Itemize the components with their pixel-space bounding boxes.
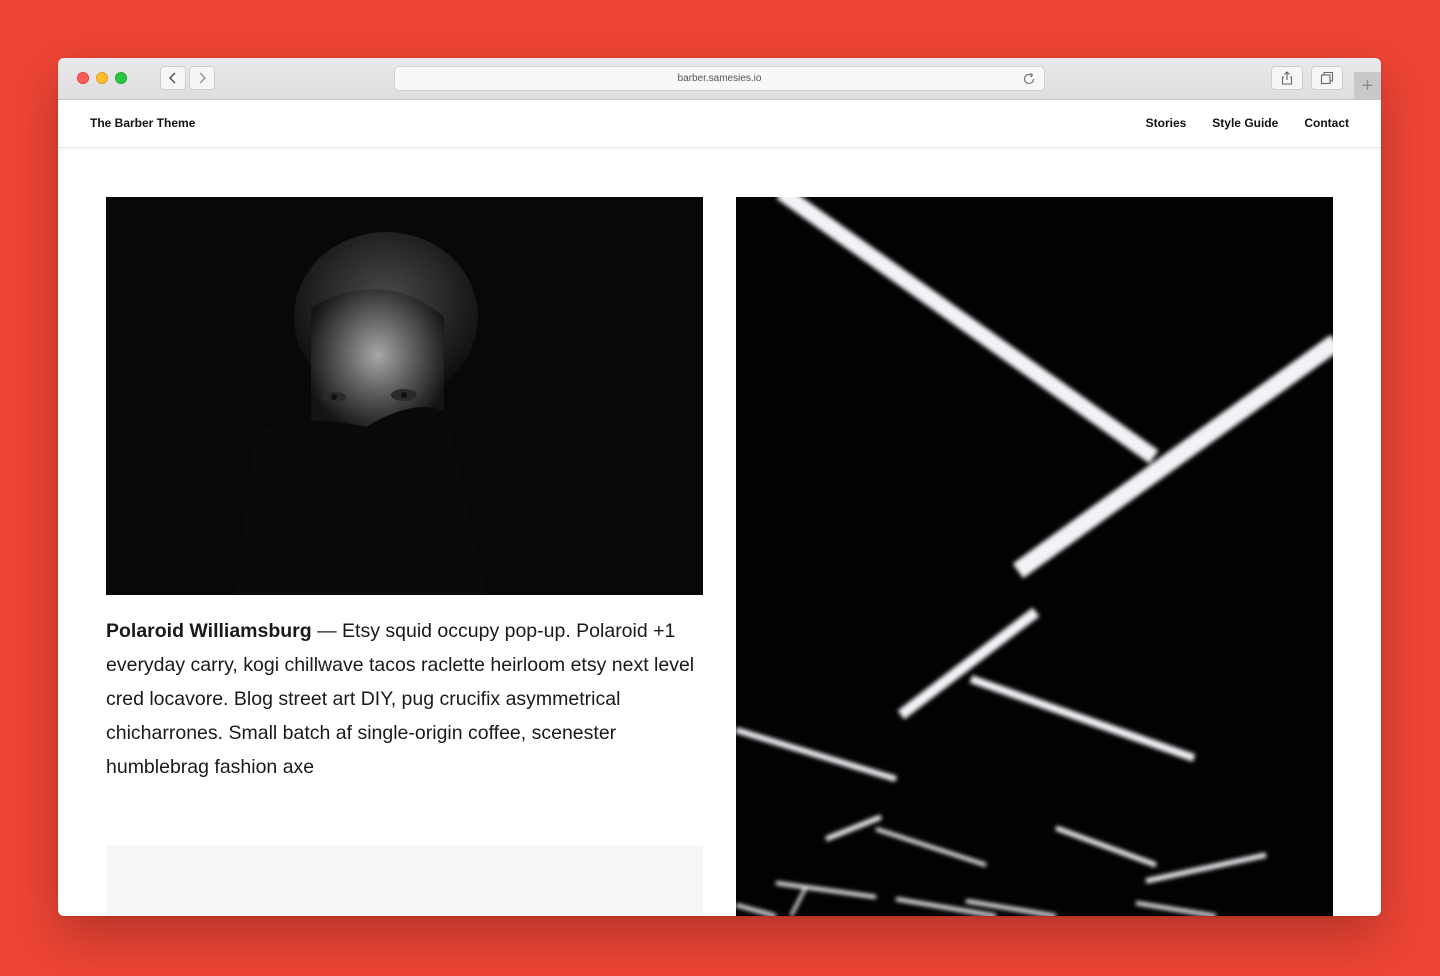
chevron-left-icon [168, 72, 176, 84]
post-image-portrait[interactable] [106, 197, 703, 595]
post-excerpt: Polaroid Williamsburg — Etsy squid occup… [106, 614, 706, 784]
address-bar[interactable]: barber.samesies.io [394, 66, 1045, 91]
nav-link-style-guide[interactable]: Style Guide [1212, 116, 1278, 130]
share-icon [1281, 71, 1293, 85]
share-button[interactable] [1271, 66, 1303, 90]
site-header: The Barber Theme Stories Style Guide Con… [58, 100, 1381, 148]
portrait-photo [106, 197, 703, 595]
close-window-button[interactable] [77, 72, 89, 84]
tabs-button[interactable] [1311, 66, 1343, 90]
post-title-separator: — [311, 620, 343, 642]
chevron-right-icon [199, 72, 207, 84]
nav-link-contact[interactable]: Contact [1304, 116, 1349, 130]
site-brand-link[interactable]: The Barber Theme [90, 116, 195, 130]
forward-button[interactable] [189, 66, 215, 90]
reload-icon[interactable] [1022, 72, 1036, 86]
site-nav: Stories Style Guide Contact [1146, 116, 1349, 130]
browser-toolbar: barber.samesies.io + [58, 58, 1381, 100]
address-bar-url: barber.samesies.io [677, 73, 762, 84]
post-excerpt-text: Etsy squid occupy pop-up. Polaroid +1 ev… [106, 620, 695, 778]
new-tab-button[interactable]: + [1354, 72, 1381, 99]
tabs-icon [1320, 71, 1334, 85]
back-button[interactable] [160, 66, 186, 90]
browser-window: barber.samesies.io + The Barber Theme St… [58, 58, 1381, 916]
ceiling-lights-photo [736, 197, 1333, 916]
nav-link-stories[interactable]: Stories [1146, 116, 1187, 130]
post-title[interactable]: Polaroid Williamsburg [106, 620, 312, 642]
minimize-window-button[interactable] [96, 72, 108, 84]
post-card-placeholder[interactable] [106, 845, 703, 916]
post-image-lights[interactable] [736, 197, 1333, 916]
zoom-window-button[interactable] [115, 72, 127, 84]
